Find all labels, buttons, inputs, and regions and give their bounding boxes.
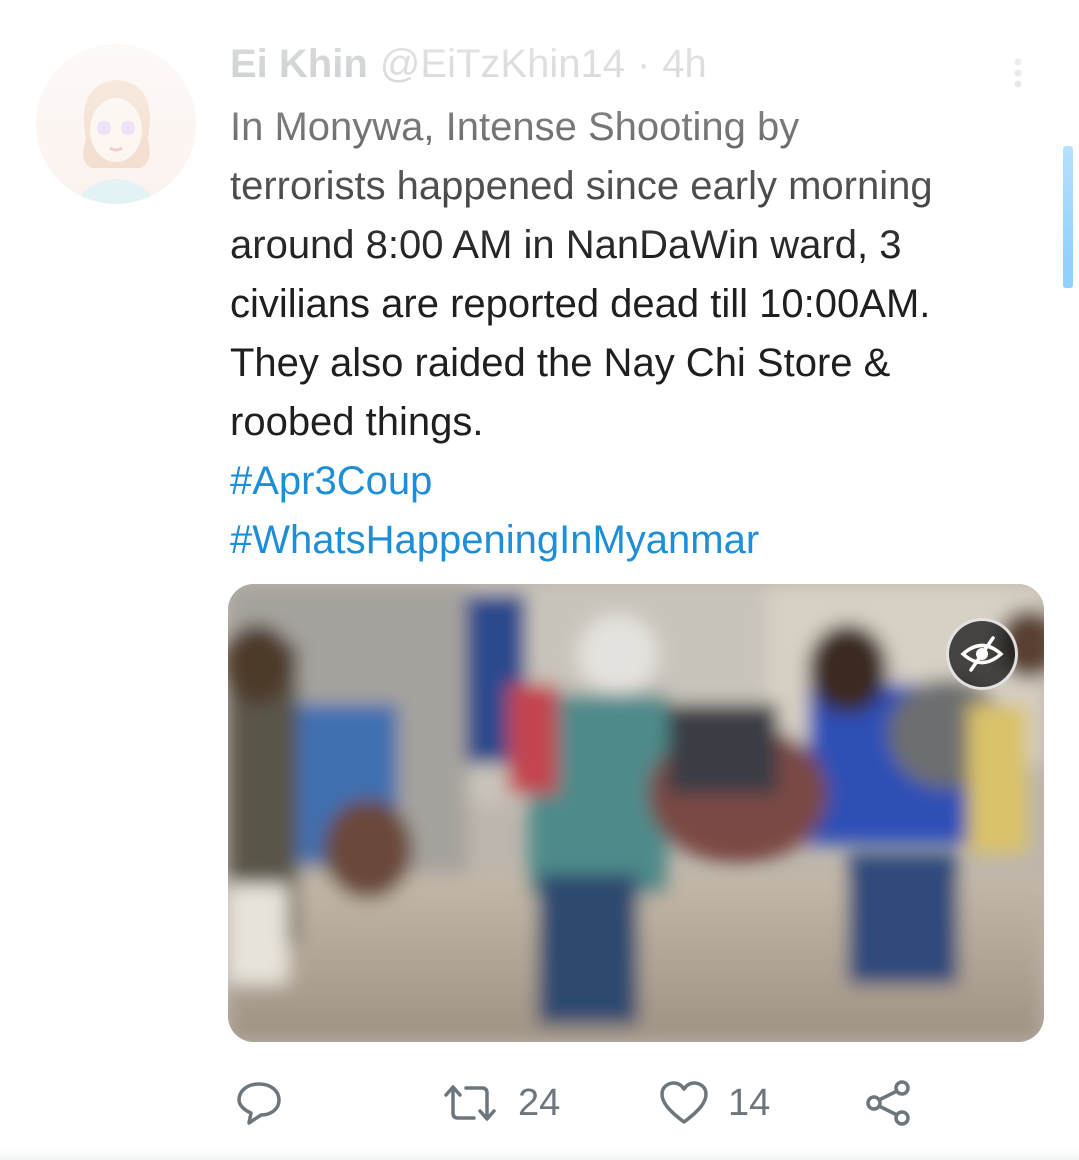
hashtag-link[interactable]: #WhatsHappeningInMyanmar bbox=[230, 511, 1050, 570]
header-separator: · bbox=[636, 42, 651, 86]
avatar[interactable] bbox=[36, 44, 196, 204]
tweet-media-image[interactable] bbox=[228, 584, 1044, 1042]
retweet-count: 24 bbox=[518, 1081, 561, 1124]
blurred-photo bbox=[228, 584, 1044, 1042]
avatar-illustration bbox=[36, 44, 196, 204]
reply-button[interactable] bbox=[235, 1078, 283, 1128]
author-name[interactable]: Ei Khin bbox=[230, 42, 368, 87]
like-button[interactable]: 14 bbox=[658, 1078, 770, 1128]
tweet-text-line: In Monywa, Intense Shooting by bbox=[230, 105, 800, 149]
more-options-icon[interactable] bbox=[1010, 58, 1026, 88]
eye-slash-icon[interactable] bbox=[946, 618, 1018, 690]
reply-icon bbox=[237, 1082, 281, 1125]
tweet-text-line: They also raided the Nay Chi Store & bbox=[230, 341, 891, 385]
bottom-divider bbox=[0, 1150, 1079, 1160]
tweet-text-line: terrorists happened since early morning bbox=[230, 164, 933, 208]
tweet-card[interactable]: Ei Khin @EiTzKhin14 · 4h In Monywa, Inte… bbox=[0, 0, 1079, 1160]
like-count: 14 bbox=[728, 1081, 771, 1124]
tweet-text: In Monywa, Intense Shooting by terrorist… bbox=[230, 98, 1050, 570]
tweet-time[interactable]: 4h bbox=[662, 42, 707, 87]
share-button[interactable] bbox=[862, 1078, 914, 1128]
tweet-header: Ei Khin @EiTzKhin14 · 4h bbox=[230, 42, 707, 88]
retweet-button[interactable]: 24 bbox=[440, 1078, 560, 1128]
author-handle[interactable]: @EiTzKhin14 bbox=[380, 42, 625, 87]
tweet-text-line: around 8:00 AM in NanDaWin ward, 3 bbox=[230, 223, 902, 267]
share-icon bbox=[866, 1080, 910, 1126]
heart-icon bbox=[660, 1081, 708, 1124]
tweet-text-line: roobed things. bbox=[230, 400, 484, 444]
hashtag-link[interactable]: #Apr3Coup bbox=[230, 452, 1050, 511]
tweet-text-line: civilians are reported dead till 10:00AM… bbox=[230, 282, 931, 326]
tweet-actions-bar: 24 14 bbox=[0, 1060, 1079, 1150]
scroll-indicator[interactable] bbox=[1063, 146, 1073, 288]
retweet-icon bbox=[444, 1085, 496, 1121]
